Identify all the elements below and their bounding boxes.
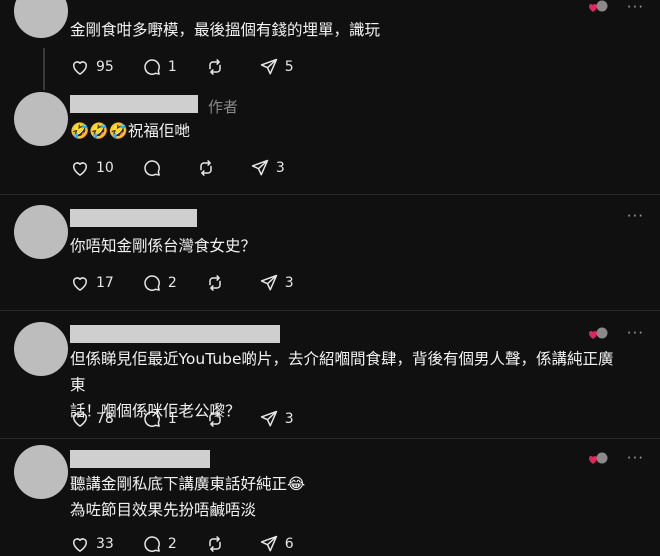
reply-post: ··· 金剛食咁多嘢模，最後搵個有錢的埋單，識玩 95 1 5: [0, 0, 660, 92]
more-options-button[interactable]: ···: [627, 324, 644, 342]
share-button[interactable]: 5: [259, 57, 294, 77]
repost-button[interactable]: [205, 57, 231, 77]
reply-post: 作者 🤣🤣🤣祝福佢哋 10 3: [0, 92, 660, 190]
like-count: 17: [96, 275, 114, 291]
reaction-badge-icon: [588, 0, 608, 12]
username[interactable]: [70, 95, 198, 113]
share-button[interactable]: 3: [250, 158, 285, 178]
avatar[interactable]: [14, 92, 68, 146]
comment-icon: [142, 409, 162, 429]
avatar[interactable]: [14, 0, 68, 38]
heart-icon: [70, 534, 90, 554]
repost-icon: [205, 534, 225, 554]
like-count: 10: [96, 160, 114, 176]
repost-button[interactable]: [205, 409, 231, 429]
heart-icon: [70, 158, 90, 178]
comment-icon: [142, 57, 162, 77]
comment-button[interactable]: [142, 158, 168, 178]
send-icon: [259, 273, 279, 293]
heart-icon: [70, 409, 90, 429]
share-count: 3: [275, 160, 285, 176]
like-button[interactable]: 33: [70, 534, 114, 554]
post-actions: 95 1 5: [70, 56, 322, 78]
heart-icon: [70, 57, 90, 77]
like-count: 33: [96, 536, 114, 552]
share-button[interactable]: 3: [259, 273, 294, 293]
post-text: 你唔知金剛係台灣食女史？: [70, 237, 257, 255]
comment-icon: [142, 158, 162, 178]
comment-icon: [142, 273, 162, 293]
like-button[interactable]: 17: [70, 273, 114, 293]
more-options-button[interactable]: ···: [627, 449, 644, 467]
like-button[interactable]: 10: [70, 158, 114, 178]
avatar[interactable]: [14, 322, 68, 376]
avatar[interactable]: [14, 205, 68, 259]
send-icon: [259, 57, 279, 77]
divider: [0, 310, 660, 311]
post-text: 金剛食咁多嘢模，最後搵個有錢的埋單，識玩: [70, 21, 381, 39]
post-actions: 10 3: [70, 157, 313, 179]
more-options-button[interactable]: ···: [627, 207, 644, 225]
comment-count: 1: [167, 59, 177, 75]
comment-count: 2: [167, 536, 177, 552]
username[interactable]: [70, 450, 210, 468]
repost-icon: [205, 57, 225, 77]
like-button[interactable]: 78: [70, 409, 114, 429]
share-button[interactable]: 6: [259, 534, 294, 554]
username[interactable]: [70, 325, 280, 343]
author-tag: 作者: [208, 98, 239, 116]
divider: [0, 194, 660, 195]
comment-button[interactable]: 1: [142, 409, 177, 429]
repost-button[interactable]: [205, 534, 231, 554]
comment-button[interactable]: 1: [142, 57, 177, 77]
send-icon: [259, 534, 279, 554]
reaction-badge-icon: [588, 452, 608, 464]
comment-count: 1: [167, 411, 177, 427]
send-icon: [259, 409, 279, 429]
post-actions: 17 2 3: [70, 272, 322, 294]
reply-post: ··· 聽講金剛私底下講廣東話好純正😂 為咗節目效果先扮唔鹹唔淡 33 2 6: [0, 443, 660, 556]
comment-count: 2: [167, 275, 177, 291]
comment-button[interactable]: 2: [142, 273, 177, 293]
avatar[interactable]: [14, 445, 68, 499]
post-text: 🤣🤣🤣祝福佢哋: [70, 122, 190, 140]
post-actions: 33 2 6: [70, 533, 322, 555]
share-count: 3: [284, 275, 294, 291]
share-count: 6: [284, 536, 294, 552]
repost-button[interactable]: [205, 273, 231, 293]
repost-icon: [196, 158, 216, 178]
like-count: 78: [96, 411, 114, 427]
share-count: 5: [284, 59, 294, 75]
repost-icon: [205, 409, 225, 429]
username[interactable]: [70, 209, 197, 227]
send-icon: [250, 158, 270, 178]
reply-post: ··· 但係睇見佢最近YouTube啲片，去介紹嗰間食肆，背後有個男人聲，係講純…: [0, 322, 660, 440]
share-button[interactable]: 3: [259, 409, 294, 429]
repost-button[interactable]: [196, 158, 222, 178]
post-actions: 78 1 3: [70, 408, 322, 430]
post-text: 聽講金剛私底下講廣東話好純正😂 為咗節目效果先扮唔鹹唔淡: [70, 475, 306, 519]
like-button[interactable]: 95: [70, 57, 114, 77]
heart-icon: [70, 273, 90, 293]
more-options-button[interactable]: ···: [627, 0, 644, 16]
comment-icon: [142, 534, 162, 554]
reply-post: ··· 你唔知金剛係台灣食女史？ 17 2 3: [0, 205, 660, 305]
divider: [0, 438, 660, 439]
share-count: 3: [284, 411, 294, 427]
repost-icon: [205, 273, 225, 293]
comment-button[interactable]: 2: [142, 534, 177, 554]
like-count: 95: [96, 59, 114, 75]
reaction-badge-icon: [588, 327, 608, 339]
